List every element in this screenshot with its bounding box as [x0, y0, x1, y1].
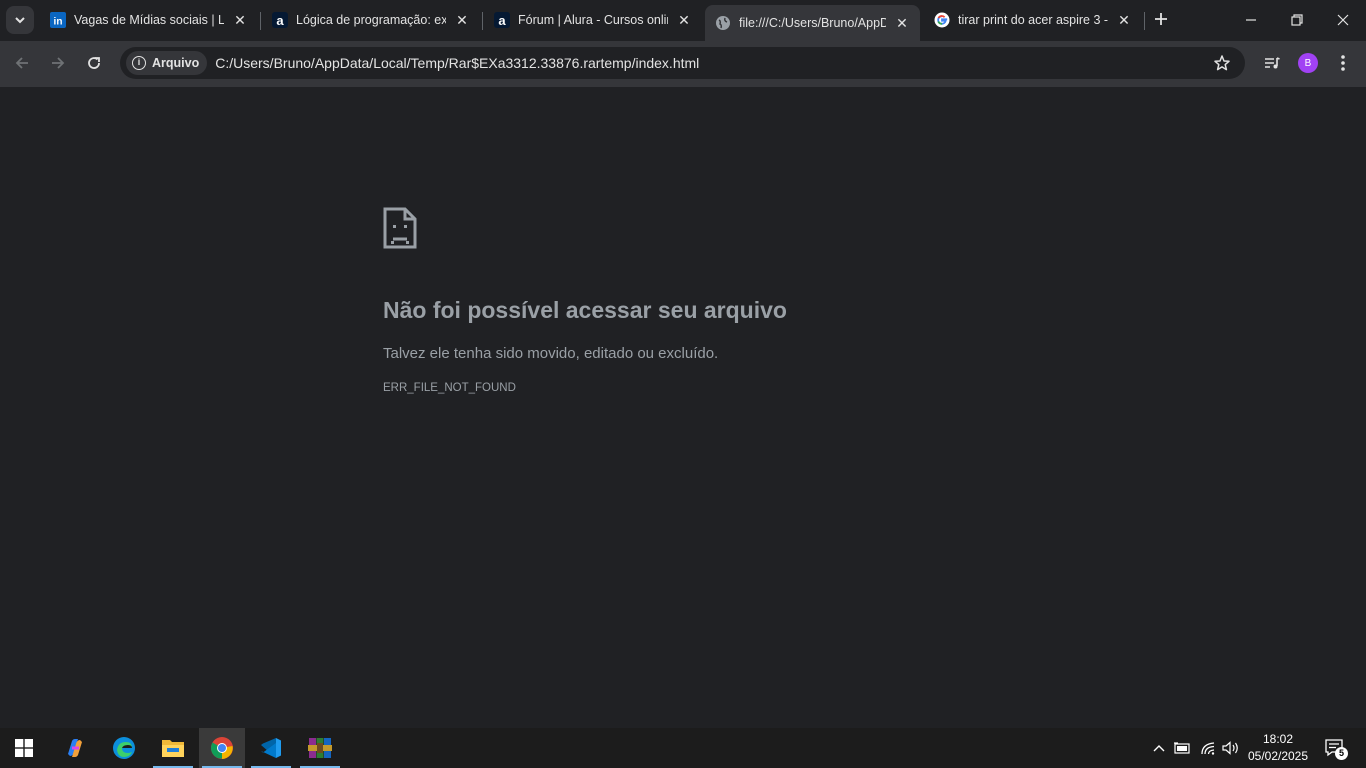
clock-time: 18:02 — [1262, 732, 1294, 746]
winrar-icon — [308, 738, 332, 758]
close-window-button[interactable] — [1320, 0, 1366, 40]
network-button[interactable] — [1197, 728, 1219, 768]
back-button[interactable] — [8, 49, 36, 77]
taskbar-winrar[interactable] — [297, 728, 343, 768]
reload-icon — [88, 57, 100, 69]
tab-separator — [260, 12, 261, 30]
minimize-button[interactable] — [1228, 0, 1274, 40]
playlist-music-icon — [1265, 57, 1280, 69]
linkedin-icon: in — [50, 12, 66, 28]
windows-start-icon — [15, 739, 33, 757]
edge-icon — [113, 737, 135, 759]
address-bar[interactable]: i Arquivo C:/Users/Bruno/AppData/Local/T… — [120, 47, 1245, 79]
restore-icon — [1291, 14, 1303, 26]
bookmark-star-icon[interactable] — [1213, 54, 1231, 72]
close-icon — [1337, 14, 1349, 26]
tab-title: Vagas de Mídias sociais | LinkedIn — [74, 13, 224, 27]
tab-title: file:///C:/Users/Bruno/AppData — [739, 16, 886, 30]
taskbar-copilot[interactable] — [52, 728, 98, 768]
tab-logica-programacao[interactable]: a Lógica de programação: explore ✕ — [262, 5, 480, 35]
tab-forum-alura[interactable]: a Fórum | Alura - Cursos online ✕ — [484, 5, 702, 35]
tab-strip: in Vagas de Mídias sociais | LinkedIn ✕ … — [0, 0, 1366, 41]
svg-text:a: a — [276, 13, 284, 28]
copilot-icon — [68, 739, 82, 757]
plus-icon — [1155, 13, 1167, 25]
taskbar-chrome[interactable] — [199, 728, 245, 768]
info-icon: i — [132, 56, 146, 70]
close-icon[interactable]: ✕ — [1116, 12, 1132, 28]
taskbar-edge[interactable] — [101, 728, 147, 768]
avatar: B — [1298, 53, 1318, 73]
show-hidden-icons-button[interactable] — [1149, 728, 1169, 768]
volume-button[interactable] — [1220, 728, 1242, 768]
arrow-right-icon — [52, 57, 65, 69]
notification-center-button[interactable]: 5 — [1320, 728, 1350, 768]
error-description: Talvez ele tenha sido movido, editado ou… — [383, 345, 719, 362]
kebab-menu-icon — [1341, 55, 1345, 71]
start-button[interactable] — [1, 728, 47, 768]
tab-title: Fórum | Alura - Cursos online — [518, 13, 668, 27]
error-title: Não foi possível acessar seu arquivo — [383, 297, 787, 323]
error-page: Não foi possível acessar seu arquivo Tal… — [0, 87, 1366, 728]
svg-text:a: a — [498, 13, 506, 28]
chip-label: Arquivo — [152, 56, 200, 70]
chevron-down-icon — [15, 17, 25, 24]
menu-button[interactable] — [1330, 50, 1356, 76]
browser-toolbar: i Arquivo C:/Users/Bruno/AppData/Local/T… — [0, 41, 1366, 87]
tab-google-search[interactable]: tirar print do acer aspire 3 - Pesquisa … — [924, 5, 1142, 35]
media-controls-button[interactable] — [1259, 50, 1285, 76]
windows-taskbar: 18:02 05/02/2025 5 — [0, 728, 1366, 768]
taskbar-clock[interactable]: 18:02 05/02/2025 — [1244, 731, 1312, 765]
chevron-up-icon — [1153, 745, 1165, 752]
tab-search-button[interactable] — [6, 6, 34, 34]
new-tab-button[interactable] — [1150, 8, 1172, 30]
url-text[interactable]: C:/Users/Bruno/AppData/Local/Temp/Rar$EX… — [215, 55, 699, 71]
battery-button[interactable] — [1172, 728, 1194, 768]
restore-button[interactable] — [1274, 0, 1320, 40]
tab-title: Lógica de programação: explore — [296, 13, 446, 27]
profile-button[interactable]: B — [1295, 50, 1321, 76]
tab-separator — [1144, 12, 1145, 30]
google-icon — [934, 12, 950, 28]
close-icon[interactable]: ✕ — [454, 12, 470, 28]
alura-icon: a — [272, 12, 288, 28]
wifi-icon — [1201, 742, 1215, 755]
battery-charging-icon — [1174, 742, 1190, 754]
vscode-icon — [261, 738, 281, 758]
taskbar-file-explorer[interactable] — [150, 728, 196, 768]
site-info-chip[interactable]: i Arquivo — [126, 51, 208, 75]
alura-icon: a — [494, 12, 510, 28]
speaker-icon — [1222, 741, 1238, 755]
tab-title: tirar print do acer aspire 3 - Pesquisa — [958, 13, 1108, 27]
close-icon[interactable]: ✕ — [232, 12, 248, 28]
file-explorer-icon — [162, 740, 184, 757]
close-icon[interactable]: ✕ — [676, 12, 692, 28]
sad-file-icon — [383, 207, 417, 249]
taskbar-vscode[interactable] — [248, 728, 294, 768]
clock-date: 05/02/2025 — [1247, 749, 1309, 763]
chrome-icon — [211, 737, 233, 759]
tab-linkedin[interactable]: in Vagas de Mídias sociais | LinkedIn ✕ — [40, 5, 258, 35]
close-icon[interactable]: ✕ — [894, 15, 910, 31]
arrow-left-icon — [15, 57, 28, 69]
notification-count-badge: 5 — [1335, 747, 1348, 760]
error-code: ERR_FILE_NOT_FOUND — [383, 382, 516, 394]
forward-button[interactable] — [44, 49, 72, 77]
tab-file-active[interactable]: file:///C:/Users/Bruno/AppData ✕ — [705, 5, 920, 41]
reload-button[interactable] — [80, 49, 108, 77]
svg-text:in: in — [54, 17, 63, 28]
tab-separator — [482, 12, 483, 30]
minimize-icon — [1246, 19, 1256, 21]
globe-icon — [715, 15, 731, 31]
